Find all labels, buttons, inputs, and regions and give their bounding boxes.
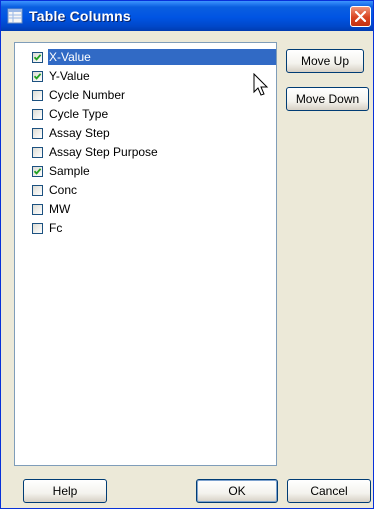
- ok-button[interactable]: OK: [196, 479, 278, 503]
- table-columns-dialog: Table Columns X-Value Y-Value Cycle Number…: [0, 0, 374, 509]
- column-label: Cycle Type: [49, 107, 109, 121]
- checkmark-icon: [33, 73, 42, 80]
- column-checkbox[interactable]: [32, 166, 43, 177]
- window-title: Table Columns: [29, 8, 131, 24]
- column-label: Fc: [49, 221, 63, 235]
- checkmark-icon: [33, 168, 42, 175]
- title-bar[interactable]: Table Columns: [1, 1, 373, 31]
- column-checkbox[interactable]: [32, 223, 43, 234]
- list-item[interactable]: Cycle Number: [16, 86, 275, 105]
- list-item[interactable]: Cycle Type: [16, 105, 275, 124]
- list-item[interactable]: Conc: [16, 181, 275, 200]
- column-label: MW: [49, 202, 71, 216]
- column-checkbox[interactable]: [32, 147, 43, 158]
- mouse-pointer-icon: [253, 73, 269, 96]
- column-checkbox[interactable]: [32, 90, 43, 101]
- column-label: Sample: [49, 164, 90, 178]
- column-checkbox[interactable]: [32, 71, 43, 82]
- column-label: Assay Step: [49, 126, 110, 140]
- move-down-button[interactable]: Move Down: [286, 87, 369, 111]
- list-item[interactable]: Fc: [16, 219, 275, 238]
- column-checkbox[interactable]: [32, 52, 43, 63]
- cancel-button[interactable]: Cancel: [287, 479, 371, 503]
- list-item[interactable]: X-Value: [16, 48, 276, 67]
- column-label: X-Value: [48, 49, 276, 65]
- column-checkbox[interactable]: [32, 109, 43, 120]
- table-icon: [7, 8, 23, 24]
- help-button[interactable]: Help: [23, 479, 107, 503]
- column-label: Conc: [49, 183, 78, 197]
- list-item[interactable]: Sample: [16, 162, 275, 181]
- list-item[interactable]: MW: [16, 200, 275, 219]
- list-item[interactable]: Assay Step Purpose: [16, 143, 275, 162]
- column-label: Y-Value: [49, 69, 90, 83]
- move-up-button[interactable]: Move Up: [286, 49, 364, 73]
- list-item[interactable]: Assay Step: [16, 124, 275, 143]
- column-label: Assay Step Purpose: [49, 145, 158, 159]
- column-label: Cycle Number: [49, 88, 126, 102]
- checkmark-icon: [33, 54, 42, 61]
- list-item[interactable]: Y-Value: [16, 67, 275, 86]
- columns-list[interactable]: X-Value Y-Value Cycle Number Cycle Type Assa…: [14, 42, 277, 466]
- column-checkbox[interactable]: [32, 204, 43, 215]
- close-button[interactable]: [350, 6, 371, 27]
- column-checkbox[interactable]: [32, 128, 43, 139]
- column-checkbox[interactable]: [32, 185, 43, 196]
- close-icon: [355, 11, 366, 22]
